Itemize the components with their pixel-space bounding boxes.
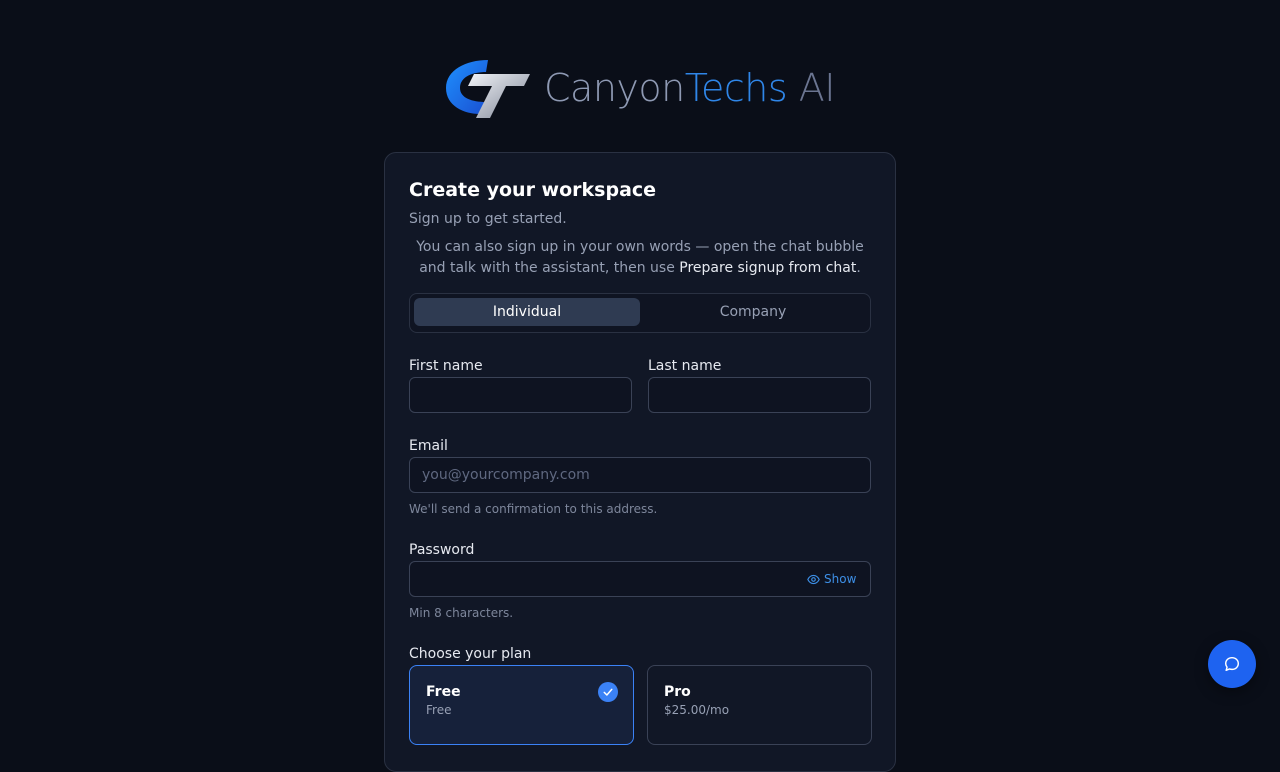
last-name-field[interactable] — [648, 377, 871, 413]
plan-price: $25.00/mo — [664, 703, 730, 717]
account-type-toggle: Individual Company — [409, 293, 871, 333]
page-title: Create your workspace — [409, 179, 657, 201]
email-help-text: We'll send a confirmation to this addres… — [409, 502, 658, 516]
plan-card-free[interactable]: Free Free — [409, 665, 634, 745]
show-password-button[interactable]: Show — [807, 570, 856, 588]
plan-price: Free — [426, 703, 452, 717]
hint-action-name: Prepare signup from chat — [679, 260, 857, 276]
first-name-field[interactable] — [409, 377, 632, 413]
email-field[interactable] — [409, 457, 871, 493]
plan-name: Free — [426, 684, 461, 700]
chat-signup-hint: You can also sign up in your own words —… — [409, 237, 871, 279]
show-password-label: Show — [824, 572, 857, 586]
page-subtitle: Sign up to get started. — [409, 211, 567, 227]
selected-check — [598, 682, 618, 702]
check-icon — [603, 688, 613, 696]
password-field[interactable] — [409, 561, 871, 597]
last-name-label: Last name — [648, 358, 722, 374]
chat-bubble-button[interactable] — [1208, 640, 1256, 688]
chat-bubble-icon — [1224, 656, 1240, 672]
tab-individual[interactable]: Individual — [414, 298, 640, 326]
eye-icon — [807, 574, 820, 584]
brand-name-part2: Techs — [684, 66, 788, 110]
password-label: Password — [409, 542, 475, 558]
email-label: Email — [409, 438, 448, 454]
plan-card-pro[interactable]: Pro $25.00/mo — [647, 665, 872, 745]
brand-name-part3: AI — [787, 66, 836, 110]
plan-label: Choose your plan — [409, 646, 532, 662]
tab-company[interactable]: Company — [640, 298, 866, 326]
brand-name-part1: Canyon — [544, 66, 685, 110]
password-help-text: Min 8 characters. — [409, 606, 514, 620]
canyontechs-logo-icon — [446, 60, 530, 118]
signup-card: Create your workspace Sign up to get sta… — [384, 152, 896, 772]
hint-suffix: . — [856, 260, 861, 276]
brand-name: CanyonTechs AI — [544, 66, 835, 110]
plan-name: Pro — [664, 684, 691, 700]
brand-logo: CanyonTechs AI — [444, 56, 835, 120]
first-name-label: First name — [409, 358, 483, 374]
